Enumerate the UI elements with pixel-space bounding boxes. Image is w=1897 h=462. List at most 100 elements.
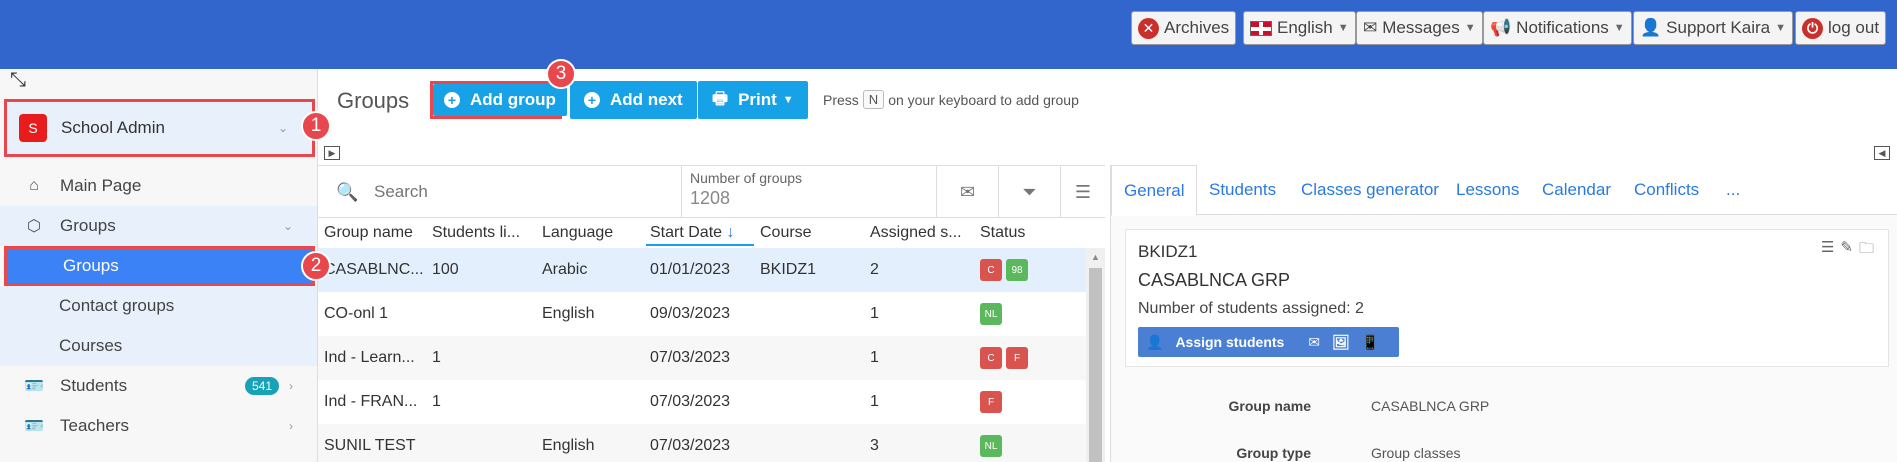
column-header[interactable]: Status: [980, 224, 1080, 242]
plus-circle-icon: +: [444, 92, 460, 108]
table-row[interactable]: CO-onl 1 English 09/03/2023 1 NL: [318, 292, 1086, 336]
cell-assigned: 3: [870, 437, 879, 454]
add-group-button[interactable]: + Add group: [433, 84, 567, 116]
course-code: BKIDZ1: [1138, 242, 1198, 261]
mobile-icon[interactable]: 📱: [1362, 334, 1379, 351]
column-header[interactable]: Course: [760, 224, 860, 242]
id-card-icon: 🪪: [24, 418, 44, 435]
scrollbar-thumb[interactable]: [1089, 268, 1102, 462]
expand-right-icon[interactable]: ◀: [1874, 146, 1890, 160]
search-icon: 🔍: [336, 182, 359, 202]
sort-down-icon: ↓: [726, 224, 735, 241]
table-row[interactable]: Ind - Learn... 1 07/03/2023 1 C F: [318, 336, 1086, 380]
add-next-button[interactable]: + Add next: [570, 81, 697, 119]
print-dropdown[interactable]: 🖶 Print ▼: [698, 81, 808, 119]
home-icon: ⌂: [29, 177, 39, 194]
organization-selector[interactable]: S School Admin ⌄: [4, 99, 315, 157]
top-bar: ✕ Archives English ▼ ✉ Messages ▼ 📢 Noti…: [0, 0, 1897, 69]
tab-lessons[interactable]: Lessons: [1456, 180, 1519, 200]
page-title: Groups: [337, 88, 410, 113]
language-dropdown[interactable]: English ▼: [1243, 11, 1356, 45]
column-header[interactable]: Students li...: [432, 224, 532, 242]
column-header[interactable]: Assigned s...: [870, 224, 970, 242]
table-row[interactable]: Ind - FRAN... 1 07/03/2023 1 F: [318, 380, 1086, 424]
tab-more[interactable]: ...: [1726, 180, 1740, 200]
collapse-icon[interactable]: ⤡: [10, 69, 26, 92]
search-row: 🔍 Number of groups 1208 ✉ ⏷ ☰: [318, 166, 1105, 218]
scrollbar[interactable]: ▲: [1086, 248, 1105, 462]
cell-name: CO-onl 1: [324, 305, 389, 322]
cell-name: SUNIL TEST: [324, 437, 416, 454]
messages-dropdown[interactable]: ✉ Messages ▼: [1356, 11, 1483, 45]
sidebar-item-contact-groups[interactable]: Contact groups: [0, 286, 317, 326]
column-header[interactable]: Group name: [324, 224, 424, 242]
logout-button[interactable]: ⏻ log out: [1795, 11, 1887, 45]
callout-1: 1: [301, 111, 331, 141]
menu-icon[interactable]: ☰: [1821, 238, 1834, 263]
menu-icon[interactable]: ☰: [1060, 166, 1105, 218]
scroll-up-icon[interactable]: ▲: [1091, 252, 1100, 262]
table-header: Group name Students li... Language Start…: [318, 218, 1105, 248]
envelope-icon[interactable]: ✉: [1308, 334, 1320, 351]
status-badge: C: [980, 347, 1002, 369]
assign-students-button[interactable]: 👤 Assign students: [1146, 334, 1296, 351]
sidebar-item-courses[interactable]: Courses: [0, 326, 317, 366]
cell-assigned: 1: [870, 393, 879, 410]
column-header[interactable]: Language: [542, 224, 642, 242]
keyboard-hint: Press N on your keyboard to add group: [823, 90, 1079, 109]
plus-circle-icon: +: [584, 92, 600, 108]
card-tools: ☰ ✎ 🗀: [1821, 238, 1874, 263]
group-detail-panel: General Students Classes generator Lesso…: [1110, 165, 1897, 462]
image-icon[interactable]: 🖼: [1332, 334, 1350, 351]
tab-general[interactable]: General: [1111, 165, 1198, 216]
user-dropdown[interactable]: 👤 Support Kaira ▼: [1633, 11, 1794, 45]
cell-assigned: 2: [870, 261, 879, 278]
sidebar-item-main-page[interactable]: ⌂ Main Page: [0, 166, 317, 206]
chevron-down-icon: ▼: [1613, 22, 1625, 34]
cell-language: English: [542, 437, 595, 454]
cell-name: CASABLNC...: [324, 261, 424, 278]
status-badge: C: [980, 259, 1002, 281]
cell-start: 09/03/2023: [650, 305, 731, 322]
envelope-icon: ✉: [1363, 18, 1378, 37]
pencil-icon[interactable]: ✎: [1840, 238, 1853, 263]
cell-status: C 98: [980, 259, 1032, 281]
user-icon: 👤: [1146, 333, 1164, 350]
filter-icon[interactable]: ⏷: [998, 166, 1060, 218]
callout-3: 3: [546, 59, 576, 89]
chevron-right-icon: ›: [289, 379, 293, 393]
tab-conflicts[interactable]: Conflicts: [1634, 180, 1699, 200]
chevron-down-icon: ⌄: [277, 121, 288, 135]
status-badge: F: [1006, 347, 1028, 369]
column-header-sorted[interactable]: Start Date ↓: [646, 222, 754, 246]
search-input[interactable]: [374, 178, 674, 206]
folder-icon[interactable]: 🗀: [1859, 238, 1874, 263]
notifications-dropdown[interactable]: 📢 Notifications ▼: [1483, 11, 1632, 45]
sidebar-item-groups[interactable]: ⬡ Groups ⌄: [0, 206, 317, 246]
tab-calendar[interactable]: Calendar: [1542, 180, 1611, 200]
tab-classes-generator[interactable]: Classes generator: [1301, 180, 1439, 200]
assigned-count: Number of students assigned: 2: [1138, 300, 1364, 317]
envelope-icon[interactable]: ✉: [936, 166, 998, 218]
cell-limit: 1: [432, 393, 441, 410]
sidebar-item-groups-sub[interactable]: Groups: [4, 246, 315, 286]
sidebar-item-teachers[interactable]: 🪪 Teachers ›: [0, 406, 317, 446]
status-badge: F: [980, 391, 1002, 413]
table-row[interactable]: CASABLNC... 100 Arabic 01/01/2023 BKIDZ1 2 C 98: [318, 248, 1086, 292]
table-row[interactable]: SUNIL TEST English 07/03/2023 3 NL: [318, 424, 1086, 462]
chevron-down-icon: ▼: [782, 94, 794, 106]
megaphone-icon: 📢: [1490, 18, 1512, 37]
group-summary-card: BKIDZ1 CASABLNCA GRP Number of students …: [1125, 229, 1889, 367]
cell-limit: 1: [432, 349, 441, 366]
cell-assigned: 1: [870, 305, 879, 322]
printer-icon: 🖶: [712, 88, 729, 108]
expand-left-icon[interactable]: ▶: [324, 146, 340, 160]
archives-button[interactable]: ✕ Archives: [1131, 11, 1237, 45]
tab-students[interactable]: Students: [1209, 180, 1276, 200]
field-label: Group name: [1228, 398, 1311, 414]
cell-assigned: 1: [870, 349, 879, 366]
assign-toolbar: 👤 Assign students ✉ 🖼 📱: [1138, 327, 1400, 357]
sidebar-item-students[interactable]: 🪪 Students 541 ›: [0, 366, 317, 406]
cell-status: F: [980, 391, 1006, 413]
id-card-icon: 🪪: [24, 378, 44, 395]
